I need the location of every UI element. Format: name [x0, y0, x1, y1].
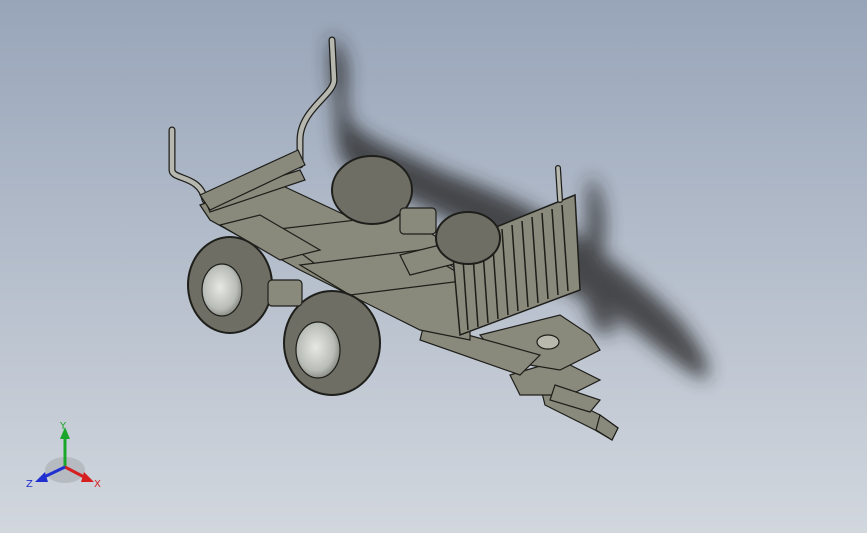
tire-rear-left: [283, 290, 381, 396]
y-axis-label: Y: [59, 421, 67, 432]
graphics-viewport[interactable]: Y X Z: [0, 0, 867, 533]
x-axis-label: X: [94, 479, 101, 490]
drawbar: [509, 359, 619, 441]
z-axis-label: Z: [26, 479, 33, 490]
forestry-trailer-model[interactable]: [0, 0, 867, 533]
tire-front-left: [187, 236, 273, 334]
tire-rear-right: [435, 211, 501, 265]
view-triad[interactable]: Y X Z: [20, 415, 110, 495]
